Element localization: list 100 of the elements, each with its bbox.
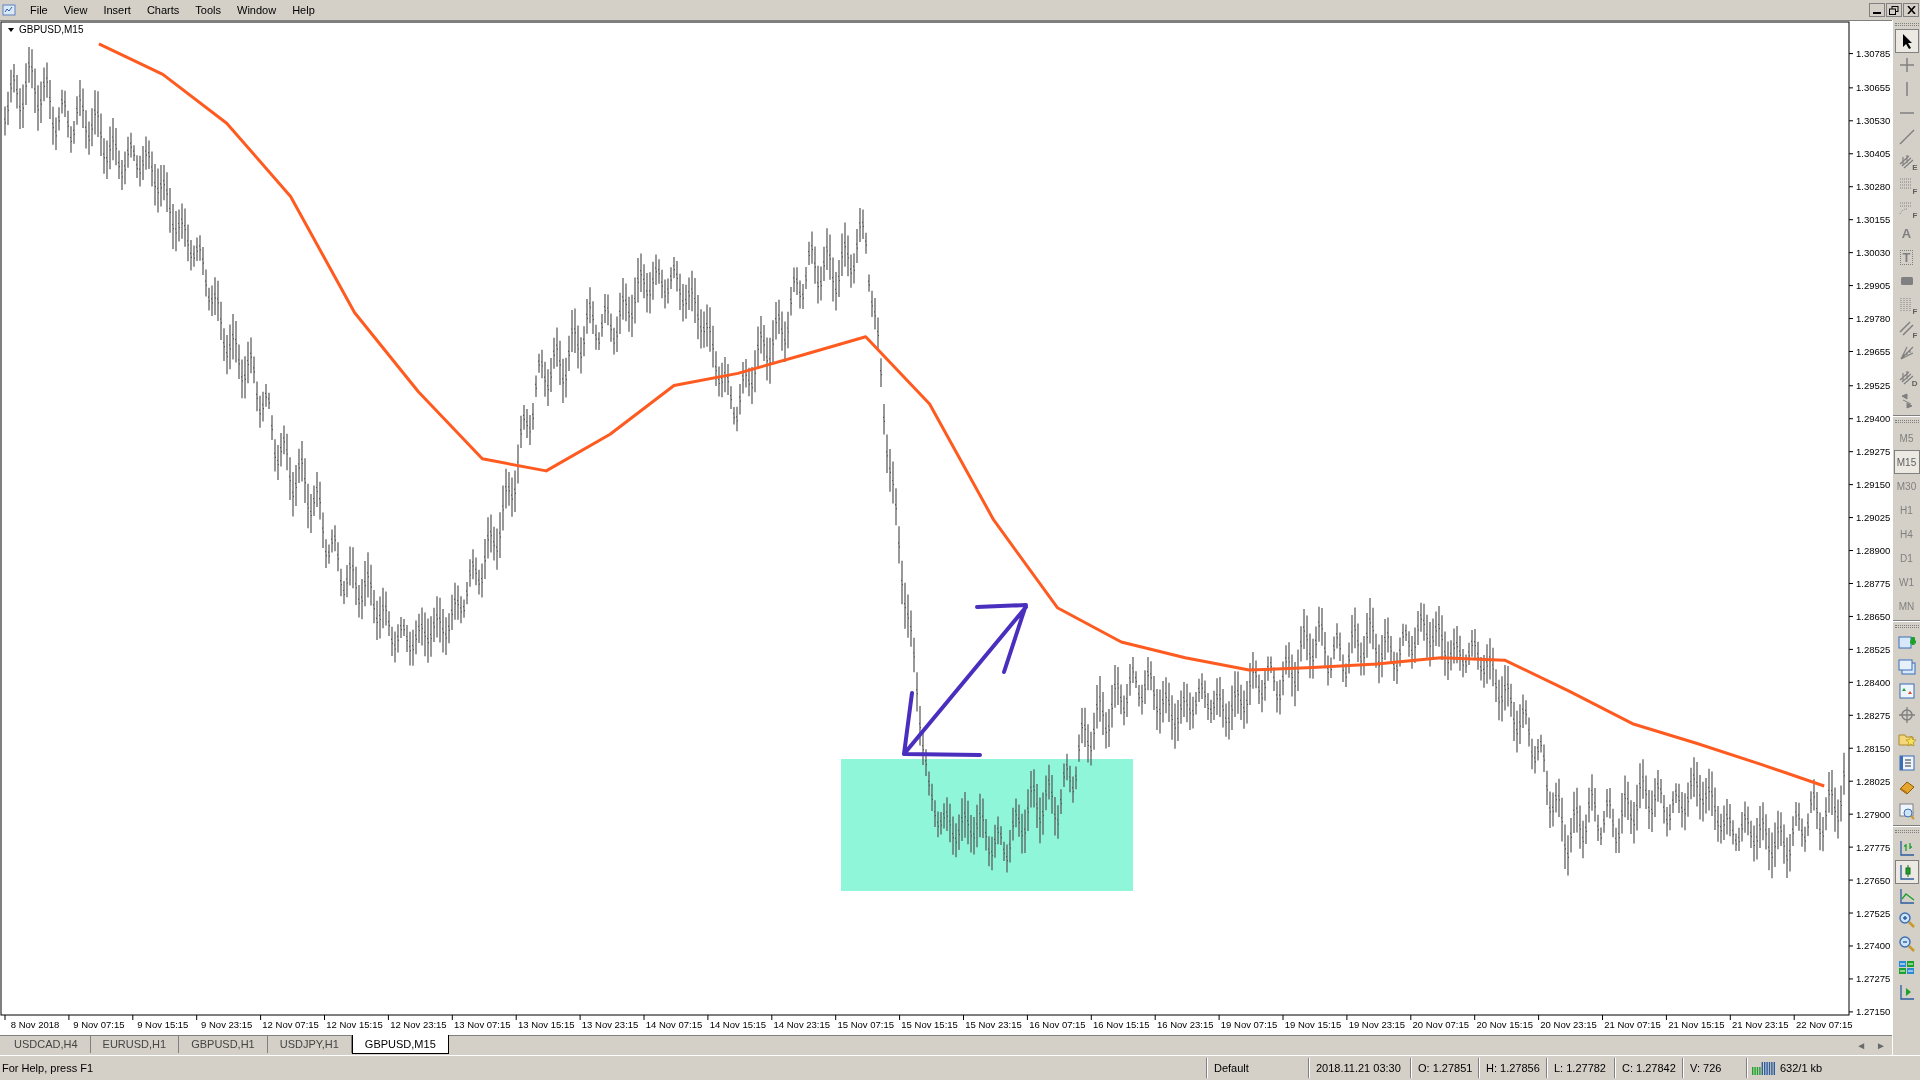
price-label: 1.28150	[1856, 742, 1891, 754]
tool-suffix-label: F	[1912, 332, 1918, 340]
high-price: H: 1.27856	[1485, 1060, 1541, 1076]
menu-item[interactable]: Insert	[95, 1, 139, 19]
traffic-counter: 632/1 kb	[1779, 1060, 1823, 1076]
chart-tab[interactable]: USDCAD,H4	[2, 1036, 91, 1053]
toolbar-button[interactable]: F	[1894, 293, 1919, 317]
scroll-right-arrow[interactable]: ►	[1876, 1038, 1886, 1053]
price-label: 1.27275	[1856, 973, 1891, 985]
scroll-left-arrow[interactable]: ◄	[1856, 1038, 1867, 1053]
time-label: 14 Nov 07:15	[645, 1019, 703, 1030]
timeframe-button[interactable]: H4	[1893, 522, 1920, 546]
close-button[interactable]	[1903, 3, 1919, 17]
crosshair-icon	[1897, 56, 1916, 74]
profiles-icon	[1897, 658, 1916, 676]
menu-item[interactable]: Tools	[187, 1, 229, 19]
time-label: 21 Nov 15:15	[1668, 1019, 1725, 1030]
crosshair-target-icon	[1897, 706, 1916, 724]
chart-tab[interactable]: EURUSD,H1	[90, 1036, 180, 1053]
time-label: 21 Nov 07:15	[1604, 1019, 1661, 1030]
price-label: 1.28650	[1856, 610, 1891, 622]
trendline-icon	[1897, 128, 1916, 146]
menu-item[interactable]: View	[55, 1, 96, 19]
price-label: 1.27650	[1856, 874, 1891, 886]
time-label: 14 Nov 15:15	[709, 1019, 767, 1030]
open-price: O: 1.27851	[1417, 1060, 1474, 1076]
time-label: 20 Nov 07:15	[1412, 1019, 1470, 1030]
time-label: 8 Nov 2018	[10, 1019, 60, 1030]
chart-symbol-label: GBPUSD,M15	[19, 24, 84, 35]
horizontal-line-icon	[1899, 112, 1914, 114]
chart-tab[interactable]: GBPUSD,M15	[351, 1035, 449, 1054]
menu-item[interactable]: Help	[284, 1, 323, 19]
time-label: 13 Nov 15:15	[517, 1019, 575, 1030]
connection-bars-icon	[1752, 1061, 1776, 1075]
time-label: 16 Nov 23:15	[1156, 1019, 1214, 1030]
price-label: 1.29905	[1856, 280, 1891, 292]
time-label: 20 Nov 23:15	[1540, 1019, 1597, 1030]
vertical-line-icon	[1905, 82, 1908, 96]
dropdown-icon[interactable]	[8, 28, 14, 32]
time-label: 14 Nov 23:15	[773, 1019, 831, 1030]
minimize-icon	[1873, 12, 1881, 14]
chart-tab[interactable]: GBPUSD,H1	[179, 1036, 268, 1053]
timeframe-button[interactable]: D1	[1893, 546, 1920, 570]
bar-chart-icon	[1897, 839, 1916, 857]
price-label: 1.30030	[1856, 247, 1891, 259]
price-label: 1.27775	[1856, 841, 1891, 853]
restore-button[interactable]	[1886, 3, 1902, 17]
tool-suffix-label: E	[1912, 164, 1918, 172]
price-label: 1.29400	[1856, 413, 1891, 425]
time-label: 9 Nov 15:15	[137, 1019, 189, 1030]
timeframe-button[interactable]: H1	[1893, 498, 1920, 522]
time-label: 12 Nov 23:15	[390, 1019, 447, 1030]
time-label: 19 Nov 23:15	[1348, 1019, 1406, 1030]
toolbar-button[interactable]: A	[1894, 221, 1919, 245]
menu-item[interactable]: File	[22, 1, 56, 19]
price-label: 1.27900	[1856, 808, 1891, 820]
timeframe-button[interactable]: W1	[1893, 570, 1920, 594]
toolbar-button[interactable]: E	[1894, 149, 1919, 173]
price-label: 1.29275	[1856, 446, 1891, 458]
tool-suffix-label: F	[1912, 212, 1918, 220]
price-label: 1.28900	[1856, 545, 1891, 557]
timeframe-button[interactable]: MN	[1893, 594, 1920, 618]
low-price: L: 1.27782	[1553, 1060, 1607, 1076]
price-label: 1.30785	[1856, 48, 1891, 60]
time-label: 12 Nov 07:15	[262, 1019, 319, 1030]
price-label: 1.27400	[1856, 940, 1891, 952]
candlestick-icon	[1897, 863, 1916, 881]
timeframe-button[interactable]: M30	[1893, 474, 1920, 498]
price-label: 1.30280	[1856, 181, 1891, 193]
profile-name: Default	[1213, 1060, 1250, 1076]
price-label: 1.28400	[1856, 676, 1891, 688]
timeframe-button[interactable]: M5	[1893, 426, 1920, 450]
toolbar-button[interactable]: D	[1894, 365, 1919, 389]
channel-icon	[1897, 320, 1916, 338]
toolbar-button[interactable]: F	[1894, 197, 1919, 221]
restore-icon	[1889, 5, 1899, 15]
time-label: 21 Nov 23:15	[1732, 1019, 1789, 1030]
menu-item[interactable]: Window	[229, 1, 285, 19]
time-label: 16 Nov 15:15	[1093, 1019, 1150, 1030]
price-label: 1.29025	[1856, 512, 1891, 524]
new-chart-icon	[1897, 634, 1916, 652]
price-label: 1.28775	[1856, 578, 1891, 589]
toolbar-button[interactable]	[1894, 29, 1919, 53]
price-label: 1.29150	[1856, 479, 1891, 491]
minimize-button[interactable]	[1869, 3, 1885, 17]
toolbar-button[interactable]: T	[1894, 245, 1919, 269]
time-label: 15 Nov 15:15	[901, 1019, 958, 1030]
zoom-out-icon	[1897, 935, 1916, 953]
timeframe-button[interactable]: M15	[1893, 450, 1920, 474]
menu-item[interactable]: Charts	[138, 1, 188, 19]
close-icon	[1906, 6, 1916, 14]
time-label: 22 Nov 07:15	[1795, 1019, 1853, 1030]
price-label: 1.29780	[1856, 313, 1891, 325]
toolbar-button[interactable]: F	[1894, 317, 1919, 341]
chart-tab[interactable]: USDJPY,H1	[267, 1036, 352, 1053]
price-label: 1.28275	[1856, 709, 1891, 721]
toolbar-button[interactable]: F	[1894, 173, 1919, 197]
volume-value: V: 726	[1689, 1060, 1723, 1076]
app-icon[interactable]	[2, 3, 16, 17]
time-label: 9 Nov 07:15	[73, 1019, 125, 1030]
